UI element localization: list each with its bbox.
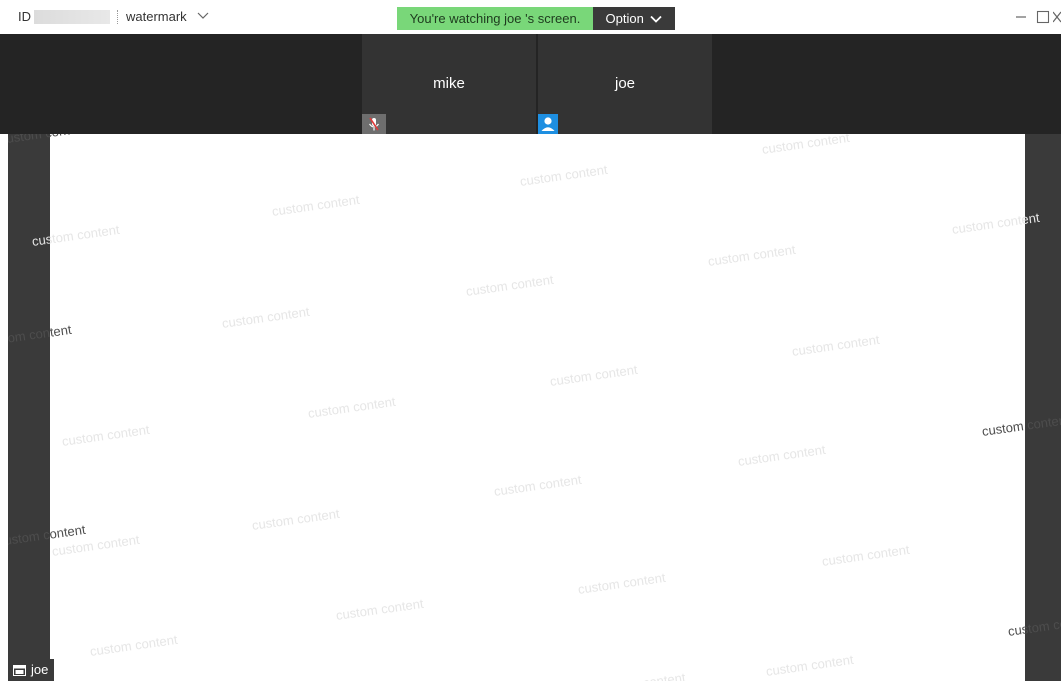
chevron-down-icon[interactable] [197,9,209,21]
close-icon[interactable] [1053,8,1061,26]
screen-share-icon [13,664,26,676]
maximize-icon[interactable] [1035,8,1051,26]
meeting-id-redacted [34,10,110,24]
participant-strip: mike joe [0,34,1061,134]
minimize-icon[interactable] [1012,8,1030,26]
option-button-label: Option [605,11,644,26]
meeting-id-label: ID [18,9,31,24]
option-button[interactable]: Option [593,7,675,30]
watching-screen-message: You're watching joe 's screen. [397,7,593,30]
person-icon [538,114,558,134]
participant-name: mike [433,75,465,92]
participant-tile-joe[interactable]: joe [538,34,712,134]
participant-tile-mike[interactable]: mike [362,34,536,134]
title-bar: ID watermark You're watching joe 's scre… [0,0,1061,34]
shared-screen-area: custom content custom content custom con… [8,134,1061,681]
participant-name: joe [614,75,636,92]
screen-share-banner: You're watching joe 's screen. Option [397,7,675,30]
mic-muted-icon [362,114,386,134]
sharer-label: joe [9,659,55,681]
sharer-name: joe [31,662,49,677]
shared-screen-content [50,134,1025,681]
title-separator [117,10,124,24]
chevron-down-icon [650,15,663,23]
watermark-menu-label[interactable]: watermark [126,9,187,24]
